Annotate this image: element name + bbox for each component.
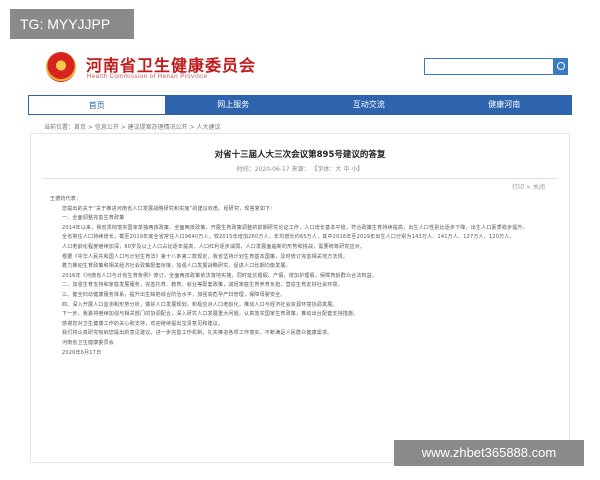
paragraph: 2016年《河南省人口与计划生育条例》修订，全面两孩政策依法落地实施，同时延长婚… (62, 272, 378, 279)
print-close-tools[interactable]: 打印 × 关闭 (512, 182, 545, 191)
national-emblem-icon (46, 52, 76, 82)
search-input[interactable] (424, 58, 554, 75)
paragraph: 全省常住人口持续增长，截至2019年底全省常住人口9640万人，较2015年增加… (62, 234, 515, 241)
paragraph: 感谢您对卫生健康工作的关心和支持，欢迎继续提出宝贵意见和建议。 (62, 320, 224, 327)
watermark-bottom: www.zhbet365888.com (394, 440, 584, 466)
nav-home[interactable]: 首页 (28, 95, 166, 115)
divider (42, 178, 558, 179)
paragraph: 河南省卫生健康委员会 (62, 339, 115, 346)
nav-interaction[interactable]: 互动交流 (301, 95, 437, 115)
breadcrumb[interactable]: 当前位置：首页 > 信息公开 > 建议提案办理情况公开 > 人大建议 (44, 122, 221, 131)
paragraph: 您提出的关于“关于推进河南省人口发展战略研究和实施”的建议收悉。经研究，现答复如… (62, 205, 276, 212)
nav-online-service[interactable]: 网上服务 (166, 95, 302, 115)
article-title: 对省十三届人大三次会议第895号建议的答复 (214, 150, 386, 160)
article-meta: 时间：2020-06-17 来源： 【字体：大 中 小】 (236, 166, 364, 173)
paragraph: 三、健全妇幼健康服务体系，提升出生缺陷综合防治水平，加强高危孕产妇管理，保障母婴… (62, 291, 286, 298)
paragraph: 四、深入开展人口监测和形势分析，做好人口发展规划，积极应对人口老龄化，推动人口与… (62, 301, 338, 308)
paragraph: 2020年6月17日 (62, 349, 102, 356)
article-body: 王德钧代表： 您提出的关于“关于推进河南省人口发展战略研究和实施”的建议收悉。经… (50, 195, 550, 358)
paragraph: 二、加强生育支持和家庭发展服务，完善托育、教育、就业等配套政策，减轻家庭生育养育… (62, 282, 343, 289)
site-header: 河南省卫生健康委员会 Health Commission of Henan Pr… (0, 40, 600, 92)
paragraph: 下一步，我委将继续加强与相关部门的协调配合，深入研究人口发展重大问题，认真落实国… (62, 311, 359, 318)
section-heading: 一、全面调整完善生育政策 (62, 215, 125, 222)
salutation: 王德钧代表： (50, 196, 82, 202)
site-subtitle: Health Commission of Henan Province (87, 74, 208, 80)
main-nav: 首页 网上服务 互动交流 健康河南 (28, 95, 572, 115)
paragraph: 根据《中华人民共和国人口与计划生育法》第十八条第二款规定，我省坚持计划生育基本国… (62, 253, 349, 260)
paragraph: 着力推动生育政策和相关经济社会政策配套衔接，加强人口发展战略研究，促进人口长期均… (62, 263, 291, 270)
search-button[interactable] (554, 58, 568, 75)
nav-healthy-henan[interactable]: 健康河南 (437, 95, 573, 115)
paragraph: 2014年以来，我省贯彻落实国家单独两孩政策、全面两孩政策，开展生育政策调整的前… (62, 224, 528, 231)
paragraph: 我们将认真研究吸纳您提出的意见建议，进一步完善工作机制，扎实推进各项工作落实，不… (62, 330, 333, 337)
site-title[interactable]: 河南省卫生健康委员会 (86, 52, 256, 76)
paragraph: 人口老龄化程度继续加深，60岁及以上人口占比逐年提高，人口红利逐步减弱，人口发展… (62, 243, 366, 250)
watermark-top: TG: MYYJJPP (10, 9, 134, 39)
